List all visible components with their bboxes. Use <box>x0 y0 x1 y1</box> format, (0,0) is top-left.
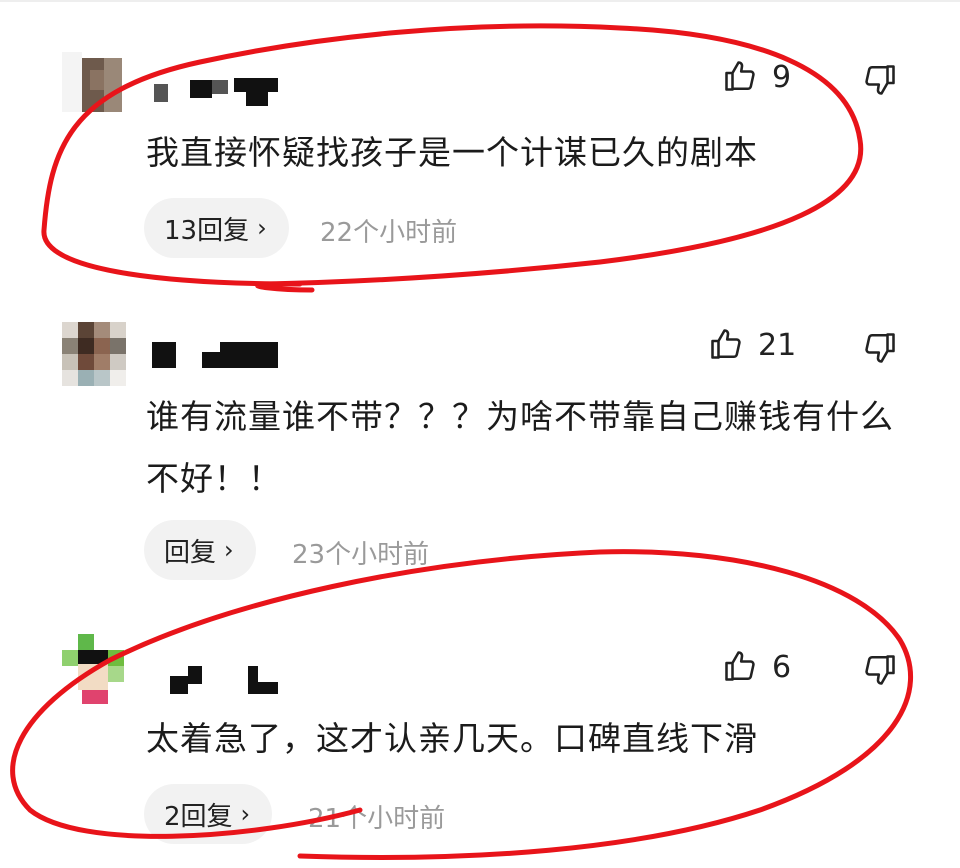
reply-label: 回复 <box>164 537 217 568</box>
dislike-button[interactable] <box>862 62 898 102</box>
username-redacted[interactable] <box>150 340 290 370</box>
chevron-right-icon: › <box>224 536 234 564</box>
chevron-right-icon: › <box>257 214 267 242</box>
thumbs-up-icon <box>722 648 758 688</box>
thumbs-down-icon <box>862 333 898 370</box>
reply-label: 2回复 <box>164 801 233 832</box>
like-count: 21 <box>758 328 797 363</box>
like-count: 9 <box>772 60 792 95</box>
comment-timestamp: 23个小时前 <box>292 540 430 570</box>
top-divider <box>0 0 960 2</box>
comment-text: 太着急了，这才认亲几天。口碑直线下滑 <box>146 719 758 758</box>
thumbs-up-icon <box>722 58 758 98</box>
comment-timestamp: 21个小时前 <box>308 804 446 834</box>
dislike-button[interactable] <box>862 330 898 370</box>
like-button[interactable]: 9 <box>722 58 791 98</box>
reply-button[interactable]: 13回复 › <box>144 198 289 258</box>
thumbs-up-icon <box>708 326 744 366</box>
comment-text: 谁有流量谁不带？？？为啥不带靠自己赚钱有什么不好！！ <box>146 397 894 498</box>
reply-label: 13回复 <box>164 215 250 246</box>
like-button[interactable]: 6 <box>722 648 791 688</box>
avatar[interactable] <box>62 322 126 386</box>
avatar[interactable] <box>62 634 124 706</box>
chevron-right-icon: › <box>240 800 251 828</box>
reply-button[interactable]: 2回复 › <box>144 784 273 844</box>
comment-timestamp: 22个小时前 <box>320 218 458 248</box>
comment-text: 我直接怀疑找孩子是一个计谋已久的剧本 <box>146 133 758 172</box>
reply-button[interactable]: 回复 › <box>144 520 256 580</box>
thumbs-down-icon <box>862 655 898 692</box>
thumbs-down-icon <box>862 65 898 102</box>
avatar[interactable] <box>62 52 122 112</box>
username-redacted[interactable] <box>150 76 290 106</box>
like-button[interactable]: 21 <box>708 326 796 366</box>
dislike-button[interactable] <box>862 652 898 692</box>
username-redacted[interactable] <box>150 664 290 694</box>
like-count: 6 <box>772 650 792 685</box>
